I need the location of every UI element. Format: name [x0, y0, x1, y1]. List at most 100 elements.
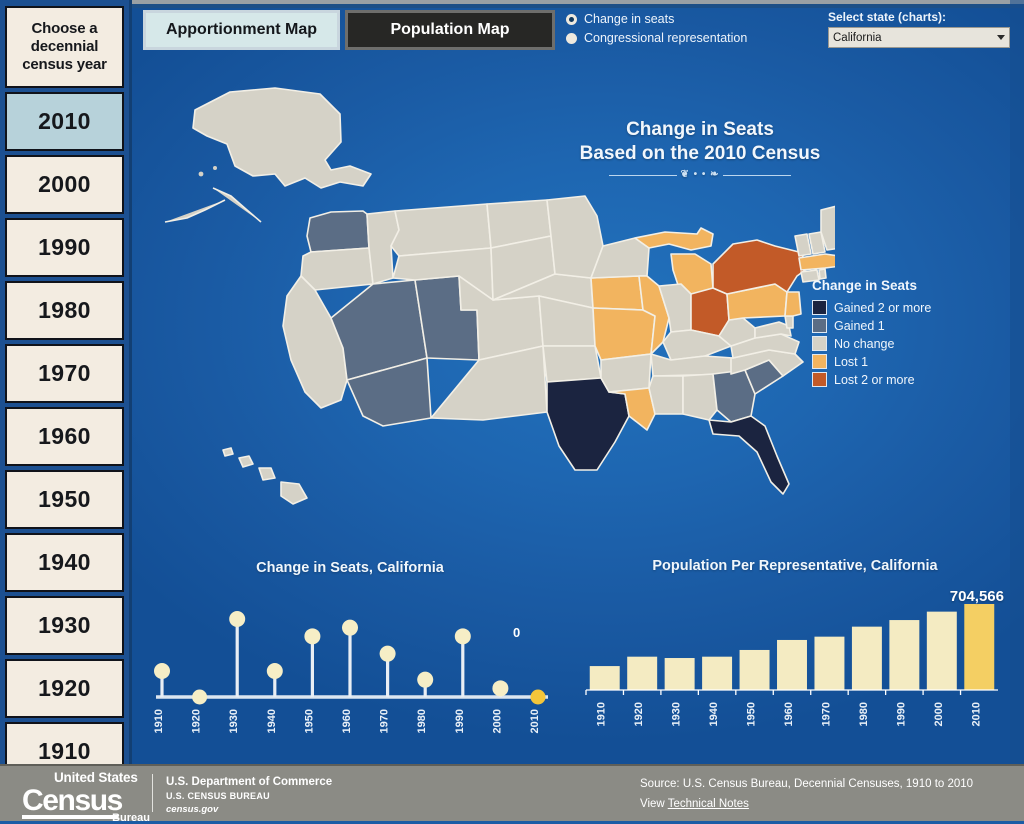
logo-line-2: Census — [22, 783, 123, 817]
bar-2010[interactable] — [964, 604, 995, 690]
year-button-2010[interactable]: 2010 — [5, 92, 124, 151]
legend-item-lost-1[interactable]: Lost 1 — [812, 354, 931, 369]
tab-apportionment-map[interactable]: Apportionment Map — [143, 10, 340, 50]
chart-change-in-seats[interactable]: 1910 1920 1930 1940 1950 1960 1970 1980 1990 2000… — [150, 595, 550, 750]
legend-label-lost-2-or-more: Lost 2 or more — [834, 372, 915, 387]
state-new-york[interactable] — [712, 239, 812, 295]
bar-2000[interactable] — [926, 611, 957, 690]
lollipop-dot-1920[interactable] — [192, 689, 208, 705]
year-button-1920[interactable]: 1920 — [5, 659, 124, 718]
x-tick-1970: 1970 — [379, 709, 391, 733]
state-select-value: California — [833, 31, 882, 44]
year-button-1980[interactable]: 1980 — [5, 281, 124, 340]
lollipop-dot-1930[interactable] — [229, 611, 246, 627]
x-tick-1910: 1910 — [596, 702, 608, 726]
radio-change-in-seats[interactable]: Change in seats — [566, 12, 747, 26]
legend-label-no-change: No change — [834, 336, 895, 351]
legend-swatch-gained-1 — [812, 318, 827, 333]
state-massachusetts[interactable] — [798, 253, 835, 271]
x-tick-1910: 1910 — [153, 709, 165, 733]
state-alaska[interactable] — [164, 87, 372, 223]
bar-1980[interactable] — [851, 626, 882, 690]
legend-item-gained-2-or-more[interactable]: Gained 2 or more — [812, 300, 931, 315]
lollipop-dot-2010[interactable] — [530, 689, 546, 705]
x-tick-1930: 1930 — [228, 709, 240, 733]
state-select-dropdown[interactable]: California — [828, 27, 1010, 48]
state-missouri[interactable] — [592, 307, 656, 361]
x-tick-1990: 1990 — [454, 709, 466, 733]
footer: United States Census Bureau U.S. Departm… — [0, 764, 1024, 823]
x-tick-1970: 1970 — [820, 702, 832, 726]
chart-annotation-zero: 0 — [513, 625, 521, 640]
top-band-gray — [0, 0, 1024, 4]
technical-notes-row: View Technical Notes — [640, 798, 973, 810]
view-prefix: View — [640, 798, 668, 810]
legend-item-no-change[interactable]: No change — [812, 336, 931, 351]
dept-line-1: U.S. Department of Commerce — [166, 776, 333, 788]
bar-1920[interactable] — [627, 656, 658, 690]
state-florida[interactable] — [708, 415, 790, 495]
year-button-1990[interactable]: 1990 — [5, 218, 124, 277]
state-new-jersey[interactable] — [784, 291, 802, 317]
bar-1950[interactable] — [739, 649, 770, 690]
lollipop-dot-1990[interactable] — [454, 628, 471, 645]
legend-item-gained-1[interactable]: Gained 1 — [812, 318, 931, 333]
x-tick-1990: 1990 — [895, 702, 907, 726]
bar-1910[interactable] — [589, 666, 620, 690]
lollipop-dot-1940[interactable] — [266, 663, 283, 679]
lollipop-dot-1960[interactable] — [342, 619, 358, 636]
bar-1990[interactable] — [889, 620, 920, 690]
us-apportionment-map[interactable]: .st{stroke:#f2efe6;stroke-width:1.6;stro… — [135, 70, 835, 530]
bar-1960[interactable] — [777, 639, 807, 690]
state-mississippi[interactable] — [648, 375, 684, 415]
year-button-1930[interactable]: 1930 — [5, 596, 124, 655]
dept-line-3: census.gov — [166, 804, 219, 815]
chart-data-label-704566: 704,566 — [949, 588, 1004, 605]
state-california[interactable] — [282, 275, 348, 409]
lollipop-dot-1970[interactable] — [379, 645, 396, 662]
state-minnesota[interactable] — [546, 195, 604, 279]
bar-1930[interactable] — [664, 658, 695, 690]
state-oklahoma[interactable] — [542, 345, 602, 383]
state-alabama[interactable] — [682, 373, 718, 421]
lollipop-dot-1950[interactable] — [304, 628, 321, 645]
chart-population-per-representative[interactable]: 1910 1920 1930 1940 1950 1960 1970 1980 1990 2000… — [578, 590, 1006, 750]
legend-item-lost-2-or-more[interactable]: Lost 2 or more — [812, 372, 931, 387]
map-legend: Change in Seats Gained 2 or more Gained … — [812, 278, 931, 390]
chart-title-population-per-representative: Population Per Representative, Californi… — [652, 558, 938, 574]
x-tick-2000: 2000 — [933, 702, 945, 726]
legend-label-lost-1: Lost 1 — [834, 354, 869, 369]
state-hawaii[interactable] — [222, 447, 308, 505]
x-tick-1960: 1960 — [783, 702, 795, 726]
technical-notes-link[interactable]: Technical Notes — [668, 798, 749, 810]
source-text: Source: U.S. Census Bureau, Decennial Ce… — [640, 778, 974, 790]
state-arkansas[interactable] — [600, 353, 652, 393]
year-button-2000[interactable]: 2000 — [5, 155, 124, 214]
year-button-1950[interactable]: 1950 — [5, 470, 124, 529]
x-tick-1920: 1920 — [633, 702, 645, 726]
logo-line-1: United States — [54, 770, 138, 785]
state-iowa[interactable] — [590, 275, 644, 311]
lollipop-dot-2000[interactable] — [492, 680, 509, 697]
state-washington[interactable] — [306, 210, 370, 253]
state-montana[interactable] — [390, 203, 492, 257]
state-delaware[interactable] — [784, 315, 794, 329]
x-tick-1940: 1940 — [266, 709, 278, 733]
legend-label-gained-1: Gained 1 — [834, 318, 885, 333]
x-tick-1980: 1980 — [858, 702, 870, 726]
year-button-1940[interactable]: 1940 — [5, 533, 124, 592]
lollipop-dot-1980[interactable] — [417, 671, 434, 688]
sidebar-header-line-2: decennial — [30, 37, 99, 55]
radio-congressional-representation[interactable]: Congressional representation — [566, 31, 747, 45]
bar-1940[interactable] — [702, 656, 733, 690]
footer-divider — [152, 774, 153, 812]
lollipop-dot-1910[interactable] — [154, 663, 170, 679]
x-tick-1980: 1980 — [416, 709, 428, 733]
bar-1970[interactable] — [814, 636, 845, 690]
year-button-1960[interactable]: 1960 — [5, 407, 124, 466]
census-logo: United States Census Bureau — [22, 770, 150, 823]
state-oregon[interactable] — [300, 247, 374, 291]
tab-population-map[interactable]: Population Map — [345, 10, 555, 50]
year-button-1970[interactable]: 1970 — [5, 344, 124, 403]
sidebar-header-line-1: Choose a — [31, 19, 98, 37]
